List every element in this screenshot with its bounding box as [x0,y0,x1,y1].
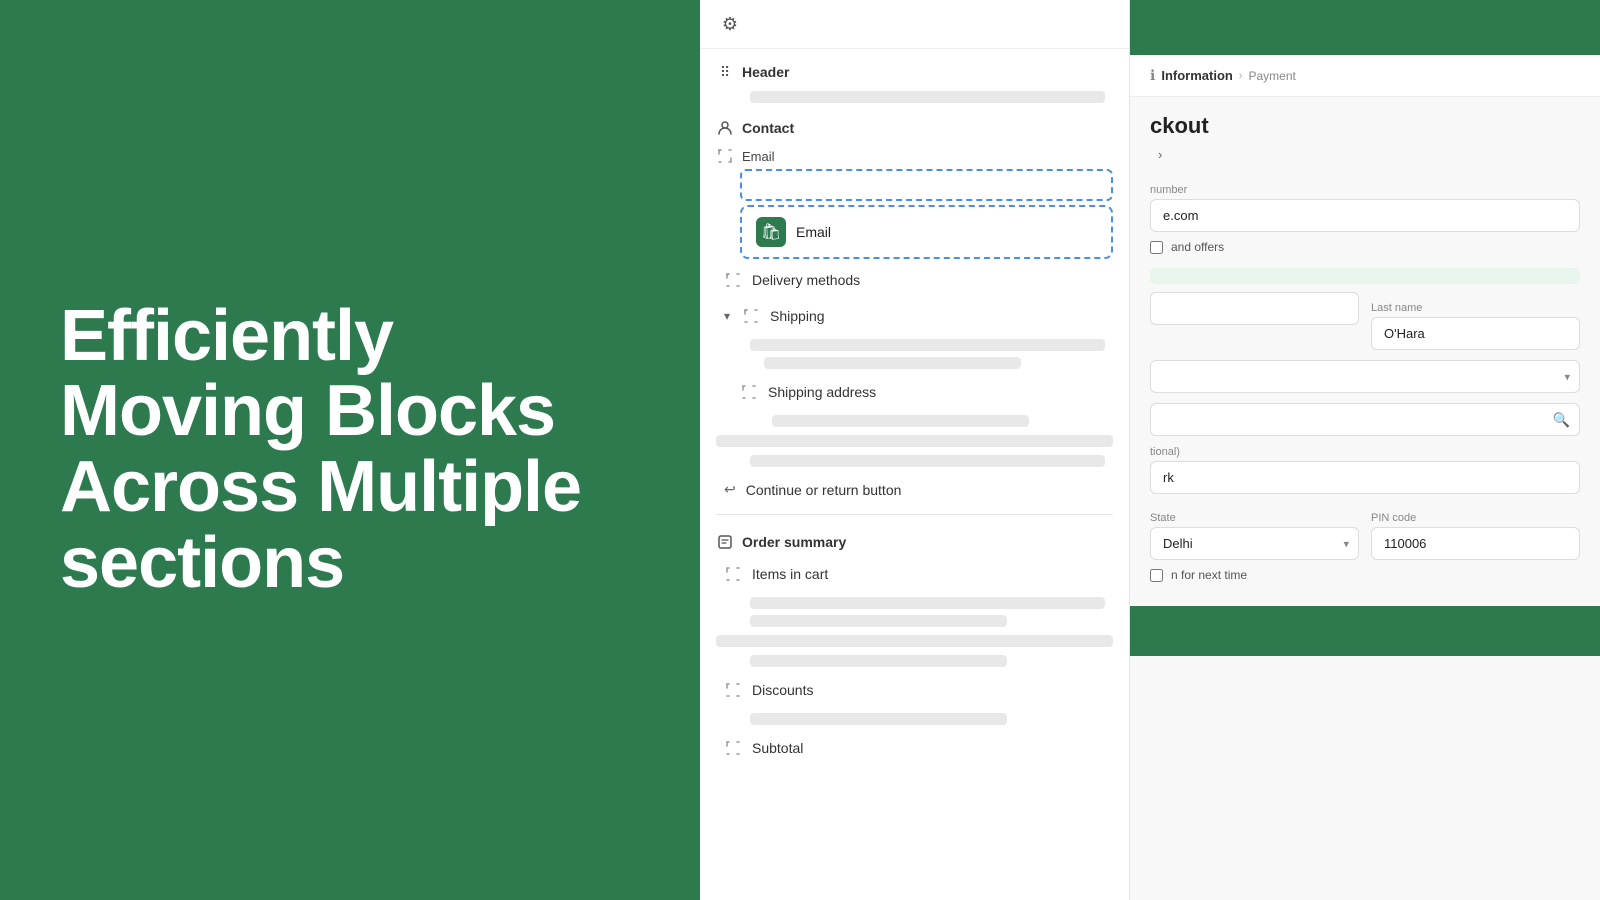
corner-bracket-icon [716,147,734,165]
address-search-wrapper: 🔍 [1150,403,1580,436]
custom-message-icon: 🛍 [756,217,786,247]
items-in-cart-label: Items in cart [752,566,828,582]
continue-return-label: Continue or return button [746,482,902,498]
checkout-title: ckout [1130,97,1600,147]
shipping-placeholder1 [750,339,1105,351]
checkout-top-bar [1130,0,1600,55]
breadcrumb-chevron-icon: › [1239,70,1243,82]
order-summary-label: Order summary [742,534,846,550]
country-select[interactable] [1150,360,1580,393]
hero-text: Efficiently Moving Blocks Across Multipl… [60,299,640,601]
country-row: ▾ [1150,360,1580,393]
items-placeholder2 [750,615,1007,627]
checkout-form: number e.com and offers Last name ▾ [1130,184,1600,590]
editor-top-bar: ⚙ [700,0,1129,49]
subtotal-label: Subtotal [752,740,803,756]
list-icon [716,533,734,551]
subtotal-item[interactable]: Subtotal [708,731,1121,765]
discounts-label: Discounts [752,682,813,698]
section-separator1 [716,514,1113,515]
email-field-row: Email [700,141,1129,167]
left-panel: Efficiently Moving Blocks Across Multipl… [0,0,700,900]
delivery-methods-item[interactable]: Delivery methods [708,263,1121,297]
country-select-wrapper: ▾ [1150,360,1580,393]
state-select[interactable]: Delhi [1150,527,1359,560]
shipping-item[interactable]: ▾ Shipping [708,299,1121,333]
corner-bracket-icon7 [724,739,742,757]
drag-icon: ⠿ [716,63,734,81]
section-contact: Contact [700,109,1129,141]
return-icon: ↩ [724,481,736,498]
section-order-summary: Order summary [700,523,1129,555]
header-placeholder [750,91,1105,103]
email-form-value: e.com [1150,199,1580,232]
custom-message-label: Email [796,224,831,240]
shipping-address-label: Shipping address [768,384,876,400]
delivery-methods-label: Delivery methods [752,272,860,288]
chevron-down-icon: ▾ [724,309,730,323]
save-info-label: n for next time [1171,568,1247,582]
separator-bar1 [716,435,1113,447]
email-label: Email [742,149,775,164]
corner-bracket-icon5 [724,565,742,583]
editor-sidebar: ⚙ ⠿ Header Contact Email 🛍 Email [700,0,1130,900]
save-info-checkbox[interactable] [1150,569,1163,582]
address-optional-row: tional) [1150,446,1580,494]
right-panel: ℹ Information › Payment ckout › number e… [1130,0,1600,900]
shipping-address-item[interactable]: Shipping address [724,375,1121,409]
gear-icon[interactable]: ⚙ [716,10,744,38]
last-name-col: Last name [1371,292,1580,350]
discounts-item[interactable]: Discounts [708,673,1121,707]
info-icon: ℹ [1150,67,1155,84]
address-search-row: 🔍 [1150,403,1580,436]
pin-input[interactable] [1371,527,1580,560]
save-info-row: n for next time [1150,560,1580,590]
breadcrumb-bar: ℹ Information › Payment [1130,55,1600,97]
payment-breadcrumb[interactable]: Payment [1249,69,1296,83]
corner-bracket-icon4 [740,383,758,401]
state-select-wrapper: Delhi ▾ [1150,527,1359,560]
items-separator [716,635,1113,647]
shipping-label: Shipping [770,308,825,324]
first-name-col [1150,292,1359,350]
corner-bracket-icon2 [724,271,742,289]
newsletter-checkbox[interactable] [1150,241,1163,254]
email-form-label: number [1150,184,1580,196]
last-name-input[interactable] [1371,317,1580,350]
pin-col: PIN code [1371,502,1580,560]
state-pin-row: State Delhi ▾ PIN code [1150,502,1580,560]
person-icon [716,119,734,137]
address-optional-label: tional) [1150,446,1580,458]
shipping-address-placeholder [772,415,1029,427]
newsletter-label: and offers [1171,240,1224,254]
items-placeholder1 [750,597,1105,609]
section-header: ⠿ Header [700,53,1129,85]
first-name-input[interactable] [1150,292,1359,325]
green-highlight-box [1150,268,1580,284]
corner-bracket-icon3 [742,307,760,325]
email-dashed-placeholder [740,169,1113,201]
discounts-placeholder [750,713,1007,725]
address-search-input[interactable] [1150,403,1580,436]
address-optional-input[interactable] [1150,461,1580,494]
newsletter-row: and offers [1150,232,1580,262]
items-in-cart-item[interactable]: Items in cart [708,557,1121,591]
header-label: Header [742,64,789,80]
state-label: State [1150,512,1359,524]
shipping-placeholder2 [764,357,1021,369]
state-col: State Delhi ▾ [1150,502,1359,560]
payment-link[interactable]: › [1130,147,1600,174]
last-name-label: Last name [1371,302,1580,314]
contact-label: Contact [742,120,794,136]
custom-message-box[interactable]: 🛍 Email [740,205,1113,259]
bottom-green-bar [1130,606,1600,656]
continue-return-item[interactable]: ↩ Continue or return button [708,473,1121,506]
separator-bar2 [750,455,1105,467]
pin-label: PIN code [1371,512,1580,524]
information-breadcrumb[interactable]: Information [1161,68,1233,83]
items-placeholder3 [750,655,1007,667]
name-form-row: Last name [1150,292,1580,350]
search-icon: 🔍 [1553,411,1570,428]
corner-bracket-icon6 [724,681,742,699]
